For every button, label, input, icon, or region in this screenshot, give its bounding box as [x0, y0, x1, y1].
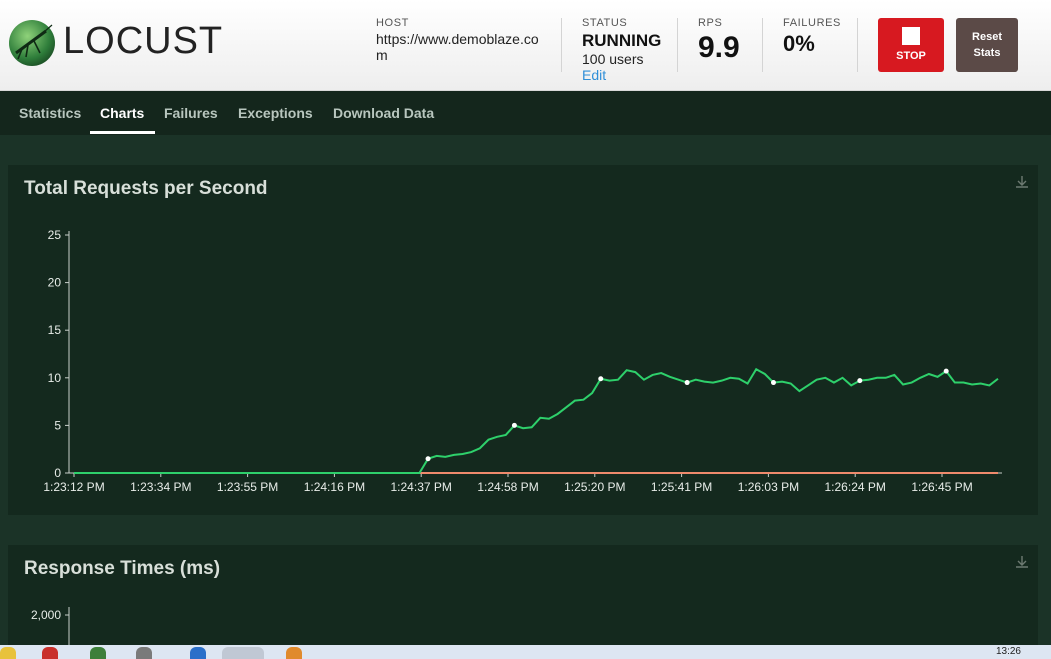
stop-label: STOP [896, 50, 926, 62]
tab-bar: Statistics Charts Failures Exceptions Do… [0, 91, 1051, 135]
notepad-icon[interactable] [136, 647, 152, 659]
failures-value: 0% [783, 31, 815, 56]
rps-point-marker [511, 422, 517, 428]
app-name: LOCUST [63, 20, 224, 62]
x-tick-label: 1:25:20 PM [564, 480, 625, 494]
rps-label: RPS [698, 17, 723, 29]
divider [857, 18, 858, 72]
x-tick-label: 1:23:12 PM [43, 480, 104, 494]
tab-download-data[interactable]: Download Data [333, 91, 434, 135]
app-icon[interactable] [42, 647, 58, 659]
reset-label: Reset [972, 31, 1002, 43]
x-tick-label: 1:26:45 PM [911, 480, 972, 494]
x-tick-label: 1:26:03 PM [738, 480, 799, 494]
response-times-chart: 2,000 [31, 607, 70, 659]
locust-logo-icon [9, 20, 55, 66]
rps-point-marker [770, 380, 776, 386]
x-tick-label: 1:24:16 PM [304, 480, 365, 494]
y-tick-label: 2,000 [31, 608, 61, 622]
edit-link[interactable]: Edit [582, 67, 661, 83]
tab-charts[interactable]: Charts [100, 91, 144, 135]
tab-statistics[interactable]: Statistics [19, 91, 81, 135]
header-bar: LOCUST HOST https://www.demoblaze.com ST… [0, 0, 1051, 91]
os-taskbar: 13:26 [0, 645, 1051, 659]
host-stat: HOST https://www.demoblaze.com [376, 17, 546, 63]
rps-chart-panel: Total Requests per Second 0 5 10 15 20 25 1:23… [8, 165, 1038, 515]
rps-point-marker [943, 368, 949, 374]
rps-series-line [74, 367, 999, 474]
y-tick-label: 10 [48, 371, 62, 385]
reset-stats-button[interactable]: Reset Stats [956, 18, 1018, 72]
stop-button[interactable]: STOP [878, 18, 944, 72]
rps-point-marker [684, 380, 690, 386]
x-tick-label: 1:24:37 PM [391, 480, 452, 494]
tab-exceptions[interactable]: Exceptions [238, 91, 313, 135]
rps-stat: RPS 9.9 [698, 17, 740, 65]
tab-failures[interactable]: Failures [164, 91, 218, 135]
y-tick-label: 15 [48, 323, 62, 337]
taskbar-clock: 13:26 [995, 646, 1021, 657]
app-icon[interactable] [286, 647, 302, 659]
status-value: RUNNING [582, 31, 662, 50]
rps-point-marker [425, 456, 431, 462]
app-icon[interactable] [190, 647, 206, 659]
rps-value: 9.9 [698, 31, 740, 64]
chrome-icon[interactable] [222, 647, 264, 659]
reset-label-stats: Stats [973, 47, 1001, 59]
y-tick-label: 20 [48, 276, 62, 290]
x-tick-label: 1:25:41 PM [651, 480, 712, 494]
failures-label: FAILURES [783, 17, 841, 29]
divider [762, 18, 763, 72]
x-tick-label: 1:23:55 PM [217, 480, 278, 494]
warning-icon[interactable] [0, 647, 16, 659]
rps-line-chart: 0 5 10 15 20 25 1:23:12 PM 1:23:34 PM 1:23:55 PM… [43, 228, 1002, 494]
status-stat: STATUS RUNNING 100 users Edit [582, 17, 661, 83]
host-label: HOST [376, 17, 409, 29]
y-tick-label: 5 [54, 418, 61, 432]
failures-stat: FAILURES 0% [783, 17, 841, 57]
rps-point-marker [598, 376, 604, 382]
browser-icon[interactable] [90, 647, 106, 659]
status-label: STATUS [582, 17, 628, 29]
response-times-panel: Response Times (ms) 2,000 [8, 545, 1038, 659]
y-tick-label: 0 [54, 466, 61, 480]
active-tab-indicator [90, 131, 155, 134]
rps-point-marker [857, 378, 863, 384]
y-tick-label: 25 [48, 228, 62, 242]
divider [677, 18, 678, 72]
user-count: 100 users [582, 51, 644, 67]
stop-icon [902, 27, 920, 45]
x-tick-label: 1:23:34 PM [130, 480, 191, 494]
divider [561, 18, 562, 72]
host-value: https://www.demoblaze.com [376, 31, 539, 63]
x-tick-label: 1:26:24 PM [825, 480, 886, 494]
x-tick-label: 1:24:58 PM [477, 480, 538, 494]
